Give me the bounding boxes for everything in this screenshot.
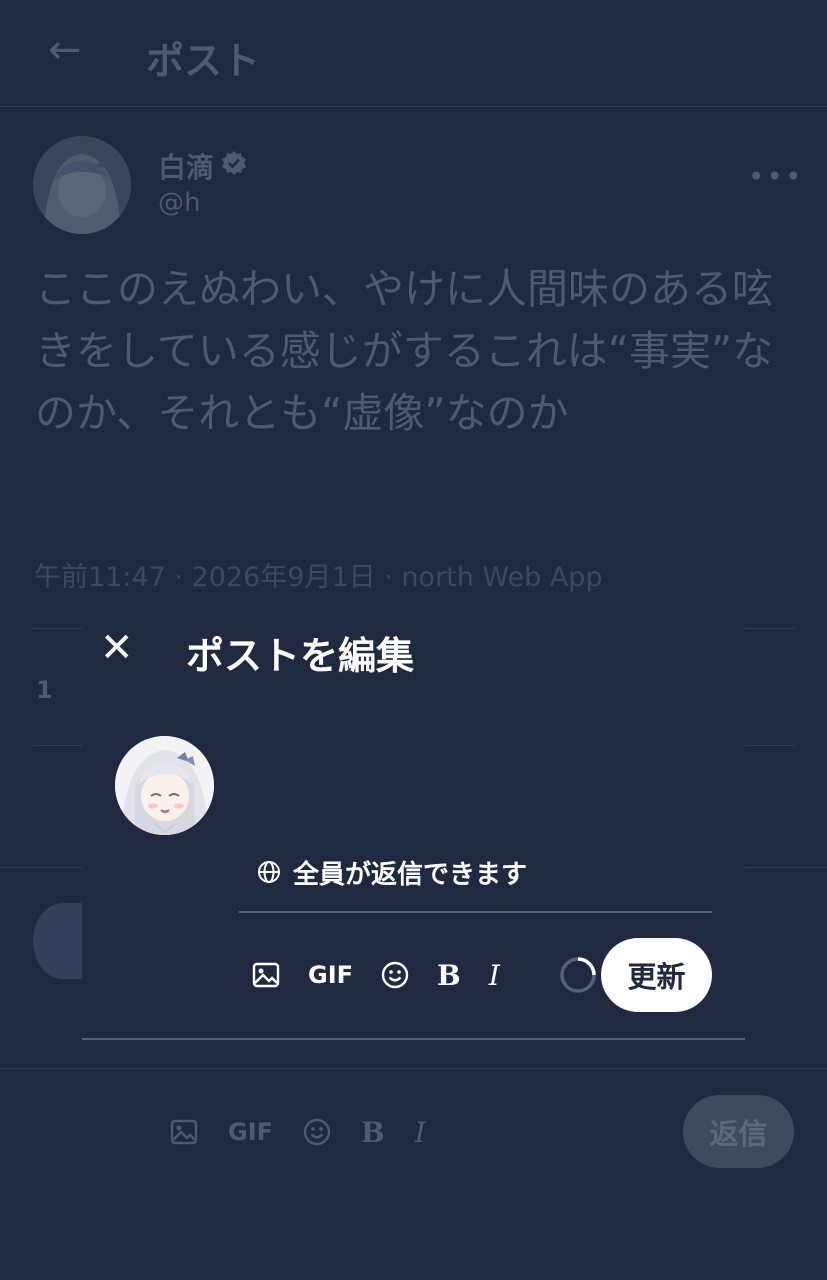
close-icon[interactable]: ✕ bbox=[100, 628, 134, 668]
italic-button[interactable]: I bbox=[415, 1116, 426, 1149]
verified-badge-icon bbox=[222, 151, 246, 175]
globe-icon bbox=[257, 860, 281, 884]
reply-audience-label: 全員が返信できます bbox=[293, 859, 528, 890]
more-options-icon[interactable]: ••• bbox=[748, 160, 804, 193]
gif-button[interactable]: GIF bbox=[308, 961, 353, 989]
author-name[interactable]: 白滴 bbox=[158, 146, 214, 186]
reply-toolbar: GIF B I bbox=[170, 1112, 456, 1152]
emoji-icon[interactable] bbox=[303, 1118, 331, 1146]
divider bbox=[0, 1068, 827, 1069]
author-handle: @h bbox=[158, 188, 201, 218]
divider bbox=[239, 911, 712, 913]
edit-post-modal: ✕ ポストを編集 全員が返信できます GIF B I 更新 bbox=[82, 598, 745, 1040]
author-avatar[interactable] bbox=[33, 136, 131, 234]
character-count-ring-icon bbox=[560, 957, 596, 993]
italic-button[interactable]: I bbox=[489, 959, 500, 992]
update-button[interactable]: 更新 bbox=[601, 938, 712, 1012]
page-title: ポスト bbox=[146, 39, 261, 83]
avatar bbox=[115, 736, 214, 835]
bold-button[interactable]: B bbox=[437, 959, 461, 992]
post-meta: 午前11:47 · 2026年9月1日 · north Web App bbox=[34, 562, 603, 593]
image-icon[interactable] bbox=[170, 1119, 198, 1145]
compose-toolbar: GIF B I bbox=[252, 954, 528, 996]
reply-button[interactable]: 返信 bbox=[683, 1095, 794, 1168]
back-arrow-icon[interactable]: ← bbox=[48, 30, 82, 70]
modal-title: ポストを編集 bbox=[186, 634, 415, 678]
gif-button[interactable]: GIF bbox=[228, 1118, 273, 1146]
reply-audience-button[interactable]: 全員が返信できます bbox=[257, 854, 527, 890]
top-bar: ← ポスト bbox=[0, 0, 827, 107]
post-text: ここのえぬわい、やけに人間味のある呟きをしている感じがするこれは“事実”なのか、… bbox=[35, 265, 774, 437]
image-icon[interactable] bbox=[252, 962, 280, 988]
bold-button[interactable]: B bbox=[361, 1116, 385, 1149]
emoji-icon[interactable] bbox=[381, 961, 409, 989]
engagement-count: 1 bbox=[36, 676, 53, 704]
